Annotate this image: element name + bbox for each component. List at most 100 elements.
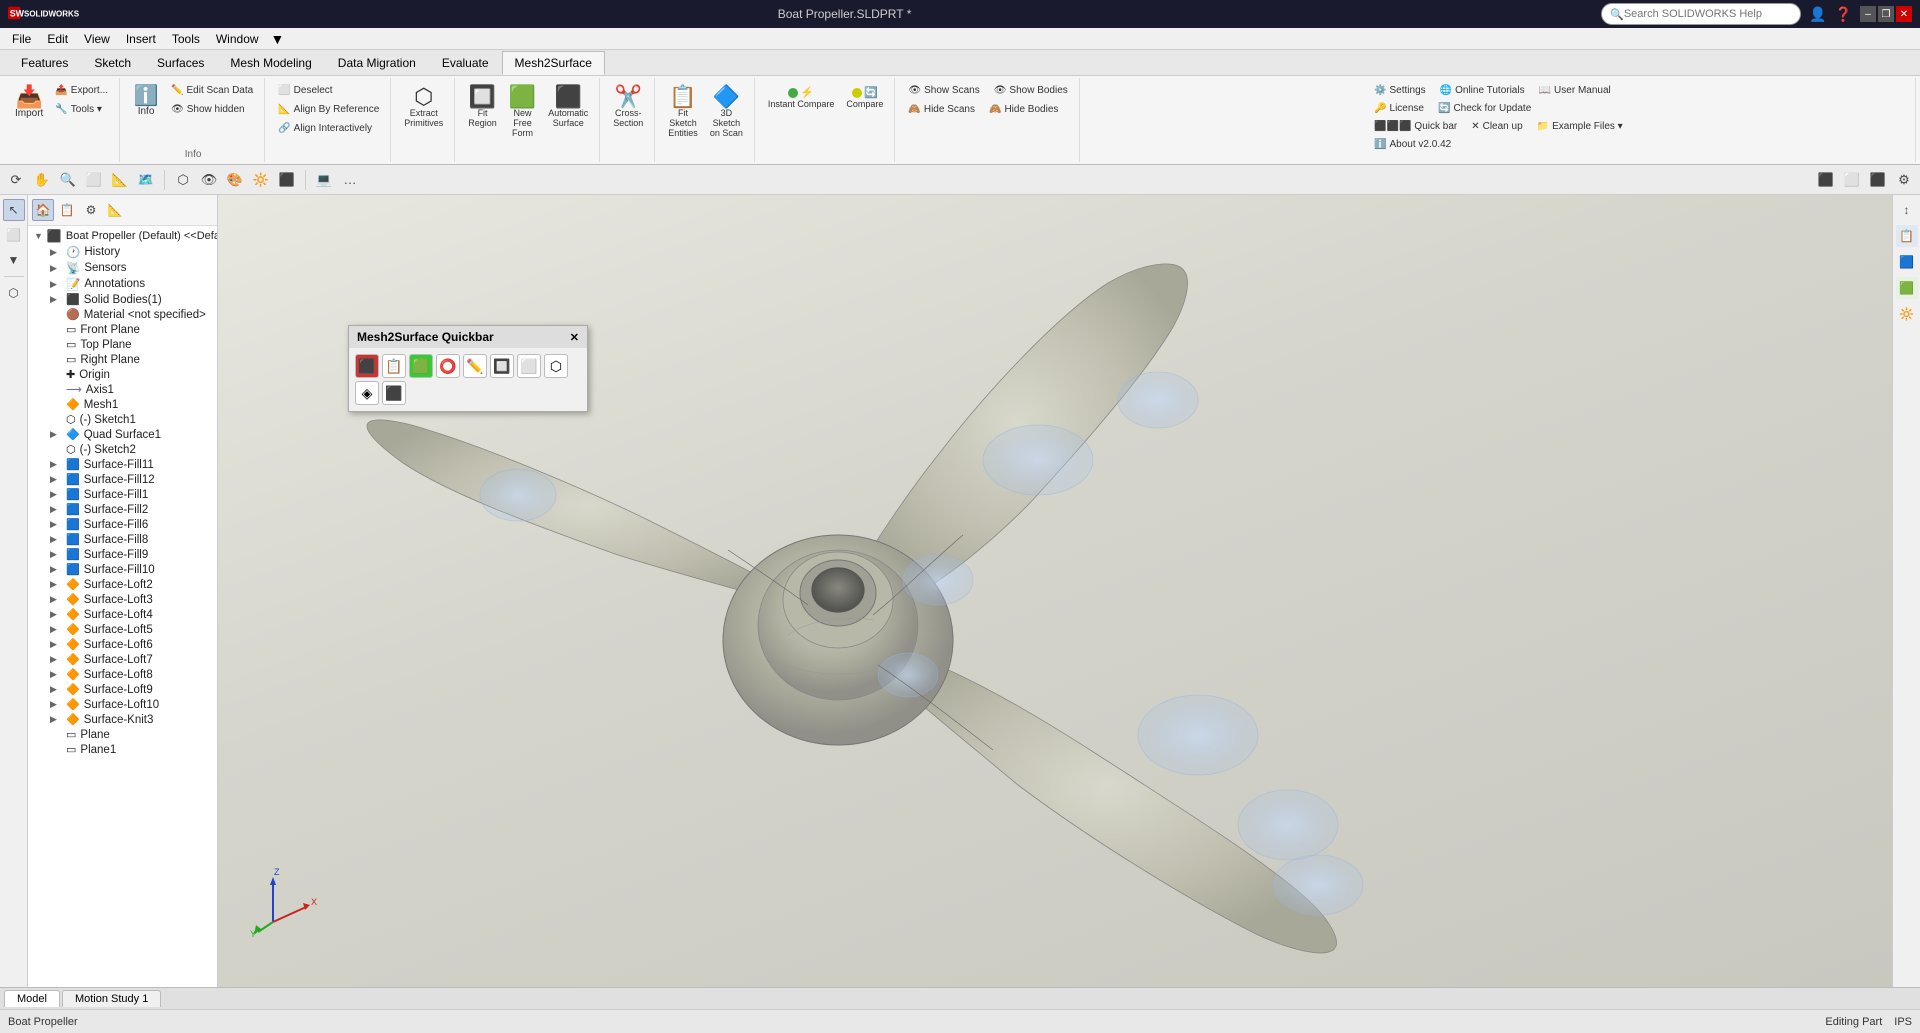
- menu-tools[interactable]: Tools: [164, 30, 208, 48]
- view-more-btn[interactable]: …: [338, 168, 362, 192]
- check-update-button[interactable]: 🔄 Check for Update: [1433, 100, 1536, 117]
- tab-sketch[interactable]: Sketch: [81, 51, 144, 74]
- tree-item-axis1[interactable]: ⟶ Axis1: [46, 382, 215, 397]
- tree-item-right-plane[interactable]: ▭ Right Plane: [46, 352, 215, 367]
- settings-button[interactable]: ⚙️ Settings: [1369, 82, 1431, 99]
- minimize-button[interactable]: –: [1860, 6, 1876, 22]
- right-panel-btn-1[interactable]: ↕: [1896, 199, 1918, 221]
- tree-item-quad-surface1[interactable]: ▶ 🔷 Quad Surface1: [46, 427, 215, 442]
- tree-item-sketch1[interactable]: ⬡ (-) Sketch1: [46, 412, 215, 427]
- right-panel-btn-4[interactable]: 🟩: [1896, 277, 1918, 299]
- view-hide-btn[interactable]: 👁: [197, 168, 221, 192]
- qb-btn-9[interactable]: ◈: [355, 381, 379, 405]
- online-tutorials-button[interactable]: 🌐 Online Tutorials: [1435, 82, 1530, 99]
- automatic-surface-button[interactable]: ⬛ AutomaticSurface: [543, 82, 593, 132]
- tree-item-sensors[interactable]: ▶ 📡 Sensors: [46, 260, 215, 276]
- tab-data-migration[interactable]: Data Migration: [325, 51, 429, 74]
- view-split-btn[interactable]: ⬜: [1840, 168, 1864, 192]
- tree-item-origin[interactable]: ✚ Origin: [46, 367, 215, 382]
- compare-button[interactable]: 🔄 Compare: [841, 82, 888, 113]
- tree-item-top-plane[interactable]: ▭ Top Plane: [46, 337, 215, 352]
- tree-item-surface-loft7[interactable]: ▶ 🔶 Surface-Loft7: [46, 652, 215, 667]
- tree-item-mesh1[interactable]: 🔶 Mesh1: [46, 397, 215, 412]
- hide-scans-button[interactable]: 🙈 Hide Scans: [903, 101, 980, 118]
- import-button[interactable]: 📥 Import: [10, 82, 48, 123]
- view-settings-btn[interactable]: ⚙: [1892, 168, 1916, 192]
- view-normal-btn[interactable]: 📐: [108, 168, 132, 192]
- fit-region-button[interactable]: 🔲 FitRegion: [463, 82, 502, 132]
- right-panel-btn-3[interactable]: 🟦: [1896, 251, 1918, 273]
- quickbar-button[interactable]: ⬛⬛⬛ Quick bar: [1369, 118, 1462, 135]
- quickbar-close-icon[interactable]: ✕: [570, 331, 579, 344]
- tree-item-solid-bodies[interactable]: ▶ ⬛ Solid Bodies(1): [46, 292, 215, 307]
- menu-edit[interactable]: Edit: [39, 30, 76, 48]
- qb-btn-6[interactable]: 🔲: [490, 354, 514, 378]
- tab-model[interactable]: Model: [4, 990, 60, 1007]
- feature-manager-tab[interactable]: 🏠: [32, 199, 54, 221]
- help-icon[interactable]: ❓: [1835, 6, 1852, 23]
- tree-item-surface-fill8[interactable]: ▶ 🟦 Surface-Fill8: [46, 532, 215, 547]
- qb-btn-7[interactable]: ⬜: [517, 354, 541, 378]
- close-button[interactable]: ✕: [1896, 6, 1912, 22]
- show-hidden-button[interactable]: 👁 Show hidden: [166, 101, 258, 118]
- tree-item-surface-fill6[interactable]: ▶ 🟦 Surface-Fill6: [46, 517, 215, 532]
- filter-btn[interactable]: ▼: [3, 249, 25, 271]
- 3d-sketch-button[interactable]: 🔷 3DSketchon Scan: [705, 82, 748, 142]
- tree-root[interactable]: ▼ ⬛ Boat Propeller (Default) <<Default>_…: [30, 228, 215, 244]
- tree-item-surface-fill12[interactable]: ▶ 🟦 Surface-Fill12: [46, 472, 215, 487]
- view-display-btn[interactable]: ⬡: [171, 168, 195, 192]
- qb-btn-5[interactable]: ✏️: [463, 354, 487, 378]
- select-btn[interactable]: ⬜: [3, 224, 25, 246]
- tree-item-history[interactable]: ▶ 🕐 History: [46, 244, 215, 260]
- fit-sketch-button[interactable]: 📋 FitSketchEntities: [663, 82, 703, 142]
- view-orient-btn[interactable]: 🗺️: [134, 168, 158, 192]
- config-manager-tab[interactable]: ⚙: [80, 199, 102, 221]
- menu-insert[interactable]: Insert: [118, 30, 164, 48]
- align-ref-button[interactable]: 📐 Align By Reference: [273, 101, 384, 118]
- tab-mesh-modeling[interactable]: Mesh Modeling: [217, 51, 324, 74]
- info-button[interactable]: ℹ️ Info: [128, 82, 164, 121]
- tree-item-surface-fill11[interactable]: ▶ 🟦 Surface-Fill11: [46, 457, 215, 472]
- hide-bodies-button[interactable]: 🙈 Hide Bodies: [984, 101, 1063, 118]
- qb-btn-8[interactable]: ⬡: [544, 354, 568, 378]
- selection-tool-btn[interactable]: ↖: [3, 199, 25, 221]
- user-icon[interactable]: 👤: [1809, 6, 1826, 23]
- tree-item-surface-knit3[interactable]: ▶ 🔶 Surface-Knit3: [46, 712, 215, 727]
- tree-item-surface-fill2[interactable]: ▶ 🟦 Surface-Fill2: [46, 502, 215, 517]
- tree-item-material[interactable]: 🟤 Material <not specified>: [46, 307, 215, 322]
- deselect-button[interactable]: ⬜ Deselect: [273, 82, 384, 99]
- smart-select-btn[interactable]: ⬡: [3, 282, 25, 304]
- user-manual-button[interactable]: 📖 User Manual: [1534, 82, 1616, 99]
- tree-item-surface-loft6[interactable]: ▶ 🔶 Surface-Loft6: [46, 637, 215, 652]
- view-light-btn[interactable]: 🔆: [249, 168, 273, 192]
- tree-item-sketch2[interactable]: ⬡ (-) Sketch2: [46, 442, 215, 457]
- tree-item-surface-loft4[interactable]: ▶ 🔶 Surface-Loft4: [46, 607, 215, 622]
- view-pan-btn[interactable]: ✋: [30, 168, 54, 192]
- tab-features[interactable]: Features: [8, 51, 81, 74]
- tree-item-annotations[interactable]: ▶ 📝 Annotations: [46, 276, 215, 292]
- tree-item-surface-loft10[interactable]: ▶ 🔶 Surface-Loft10: [46, 697, 215, 712]
- tab-motion-study-1[interactable]: Motion Study 1: [62, 990, 161, 1007]
- edit-scan-button[interactable]: ✏️ Edit Scan Data: [166, 82, 258, 99]
- export-button[interactable]: 📤 Export...: [50, 82, 113, 99]
- license-button[interactable]: 🔑 License: [1369, 100, 1429, 117]
- right-panel-btn-5[interactable]: 🔆: [1896, 303, 1918, 325]
- tree-item-front-plane[interactable]: ▭ Front Plane: [46, 322, 215, 337]
- view-zoom-btn[interactable]: 🔍: [56, 168, 80, 192]
- quickbar-dialog-title[interactable]: Mesh2Surface Quickbar ✕: [349, 326, 587, 348]
- show-bodies-button[interactable]: 👁 Show Bodies: [989, 82, 1073, 99]
- search-input[interactable]: [1624, 8, 1792, 20]
- qb-btn-2[interactable]: 📋: [382, 354, 406, 378]
- tree-item-plane[interactable]: ▭ Plane: [46, 727, 215, 742]
- tab-surfaces[interactable]: Surfaces: [144, 51, 217, 74]
- example-files-button[interactable]: 📁 Example Files ▾: [1532, 118, 1628, 135]
- tree-item-surface-loft2[interactable]: ▶ 🔶 Surface-Loft2: [46, 577, 215, 592]
- align-interactive-button[interactable]: 🔗 Align Interactively: [273, 120, 384, 137]
- tab-evaluate[interactable]: Evaluate: [429, 51, 502, 74]
- instant-compare-button[interactable]: ⚡ Instant Compare: [763, 82, 840, 113]
- new-free-form-button[interactable]: 🟩 NewFreeForm: [504, 82, 541, 142]
- menu-help[interactable]: ▼: [267, 29, 289, 49]
- dim-expert-tab[interactable]: 📐: [104, 199, 126, 221]
- tree-item-surface-loft3[interactable]: ▶ 🔶 Surface-Loft3: [46, 592, 215, 607]
- search-bar[interactable]: 🔍: [1601, 3, 1801, 25]
